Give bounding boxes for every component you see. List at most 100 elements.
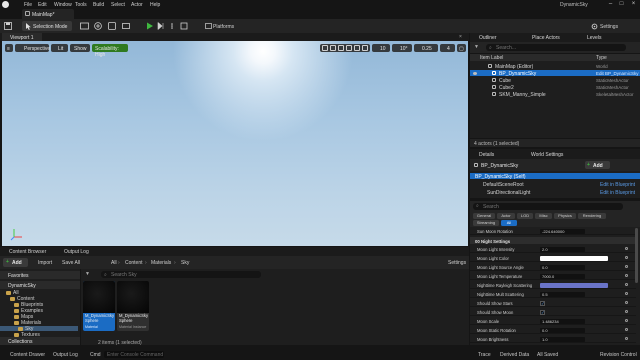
viewport-menu-button[interactable]: ≡ — [5, 44, 13, 52]
outliner-row[interactable]: Cube StaticMeshActor — [470, 77, 640, 84]
color-swatch[interactable] — [540, 282, 608, 288]
collections-header[interactable]: Collections — [0, 337, 80, 345]
breadcrumb-content[interactable]: Content — [125, 260, 143, 266]
filter-misc[interactable]: Misc — [535, 213, 552, 219]
tree-item-maps[interactable]: Maps — [0, 314, 78, 320]
maximize-icon[interactable]: □ — [617, 1, 626, 8]
asset-tile[interactable]: M_DynamicSky Sphere Material Instance — [117, 281, 149, 331]
select-tool-icon[interactable] — [322, 45, 328, 51]
reset-to-default-icon[interactable] — [625, 274, 628, 277]
play-options-icon[interactable] — [157, 22, 165, 30]
rotate-tool-icon[interactable] — [338, 45, 344, 51]
level-viewport[interactable]: ≡ Perspective Lit Show Scalability: High… — [2, 41, 468, 246]
unreal-logo-icon[interactable] — [2, 1, 9, 8]
rotation-snap-button[interactable]: 10° — [392, 44, 412, 52]
lit-button[interactable]: Lit — [51, 44, 68, 52]
trace-button[interactable]: Trace — [478, 352, 491, 358]
component-row[interactable]: SunDirectionalLight Edit in Blueprint — [470, 189, 640, 196]
favorites-header[interactable]: Favorites — [0, 271, 80, 279]
perspective-button[interactable]: Perspective — [15, 44, 50, 52]
component-row[interactable]: DefaultSceneRoot Edit in Blueprint — [470, 181, 640, 188]
menu-help[interactable]: Help — [150, 2, 160, 8]
add-button[interactable]: + Add — [3, 258, 28, 267]
settings-dropdown[interactable]: Settings — [588, 21, 636, 31]
play-icon[interactable] — [146, 22, 154, 30]
outliner-row[interactable]: Cube2 StaticMeshActor — [470, 84, 640, 91]
reset-to-default-icon[interactable] — [625, 256, 628, 259]
console-command-input[interactable]: Enter Console Command — [104, 351, 164, 358]
property-value-input[interactable]: 0.5 — [540, 291, 585, 297]
edit-in-blueprint-link[interactable]: Edit in Blueprint — [600, 182, 635, 188]
filter-lod[interactable]: LOD — [517, 213, 533, 219]
level-tab[interactable]: MainMap* — [22, 9, 74, 19]
save-all-button[interactable]: Save All — [62, 260, 80, 266]
outliner-row[interactable]: MainMap (Editor) World — [470, 63, 640, 70]
menu-window[interactable]: Window — [54, 2, 72, 8]
details-search-input[interactable]: ⌕ Search — [473, 202, 623, 210]
revision-control-button[interactable]: Revision Control — [600, 352, 637, 358]
world-local-icon[interactable] — [354, 45, 360, 51]
all-saved-button[interactable]: All Saved — [537, 352, 558, 358]
reset-to-default-icon[interactable] — [625, 283, 628, 286]
menu-edit[interactable]: Edit — [38, 2, 47, 8]
cmd-dropdown[interactable]: Cmd — [90, 352, 101, 358]
selection-mode-dropdown[interactable]: Selection Mode — [22, 21, 72, 31]
import-button[interactable]: Import — [38, 260, 52, 266]
world-settings-tab[interactable]: World Settings — [531, 152, 563, 158]
content-browser-tab[interactable]: Content Browser — [9, 249, 46, 255]
breadcrumb-all[interactable]: All — [111, 260, 117, 266]
filter-actor[interactable]: Actor — [497, 213, 515, 219]
property-value-input[interactable]: 0.0 — [540, 327, 585, 333]
output-log-button[interactable]: Output Log — [53, 352, 78, 358]
menu-select[interactable]: Select — [111, 2, 125, 8]
filter-all[interactable]: All — [501, 220, 517, 226]
menu-build[interactable]: Build — [93, 2, 104, 8]
content-icon[interactable] — [80, 22, 90, 30]
filter-icon[interactable]: ▼ — [474, 44, 479, 50]
component-row[interactable]: BP_DynamicSky (Self) — [470, 173, 640, 180]
viewport-tab[interactable]: Viewport 1 — [2, 33, 42, 41]
asset-tile[interactable]: M_DynamicSky Sphere Material — [83, 281, 115, 331]
reset-to-default-icon[interactable] — [625, 328, 628, 331]
grid-snap-button[interactable]: 10 — [372, 44, 390, 52]
save-icon[interactable] — [4, 22, 13, 30]
filter-general[interactable]: General — [473, 213, 495, 219]
cinematics-icon[interactable] — [122, 22, 132, 30]
content-drawer-button[interactable]: Content Drawer — [10, 352, 45, 358]
scale-snap-button[interactable]: 0.25 — [414, 44, 438, 52]
property-value-input[interactable]: 1.486234 — [540, 318, 585, 324]
project-header[interactable]: DynamicSky — [0, 281, 80, 289]
outliner-tab[interactable]: Outliner — [479, 35, 497, 41]
place-actors-tab[interactable]: Place Actors — [532, 35, 560, 41]
blueprint-icon[interactable] — [108, 22, 118, 30]
property-value-input[interactable]: 1.0 — [540, 336, 585, 342]
asset-search-input[interactable]: ⌕ Search Sky — [101, 271, 261, 278]
reset-to-default-icon[interactable] — [625, 265, 628, 268]
outliner-search-input[interactable]: ⌕ Search... — [486, 44, 626, 51]
derived-data-button[interactable]: Derived Data — [500, 352, 529, 358]
levels-tab[interactable]: Levels — [587, 35, 601, 41]
reset-to-default-icon[interactable] — [625, 310, 628, 313]
show-button[interactable]: Show — [70, 44, 90, 52]
reset-to-default-icon[interactable] — [625, 301, 628, 304]
property-value-input[interactable]: -224.640000 — [540, 228, 585, 234]
tree-item-examples[interactable]: Examples — [0, 308, 78, 314]
add-component-button[interactable]: + Add — [585, 161, 610, 169]
filter-icon[interactable]: ▼ — [85, 271, 90, 277]
edit-in-blueprint-link[interactable]: Edit in Blueprint — [600, 190, 635, 196]
minimize-icon[interactable]: – — [606, 1, 615, 8]
category-header[interactable]: 00 Night Settings — [470, 237, 636, 244]
property-value-input[interactable]: 7000.0 — [540, 273, 585, 279]
reset-to-default-icon[interactable] — [625, 292, 628, 295]
translate-tool-icon[interactable] — [330, 45, 336, 51]
platforms-dropdown[interactable]: Platforms — [204, 21, 244, 31]
property-value-input[interactable]: 0.0 — [540, 264, 585, 270]
tree-item-all[interactable]: All — [0, 290, 78, 296]
more-options-icon[interactable] — [168, 22, 176, 30]
pause-icon[interactable] — [180, 22, 188, 30]
menu-actor[interactable]: Actor — [131, 2, 143, 8]
output-log-tab[interactable]: Output Log — [64, 249, 89, 255]
color-swatch[interactable] — [540, 255, 608, 261]
details-scrollbar[interactable] — [635, 228, 638, 283]
reset-to-default-icon[interactable] — [625, 319, 628, 322]
